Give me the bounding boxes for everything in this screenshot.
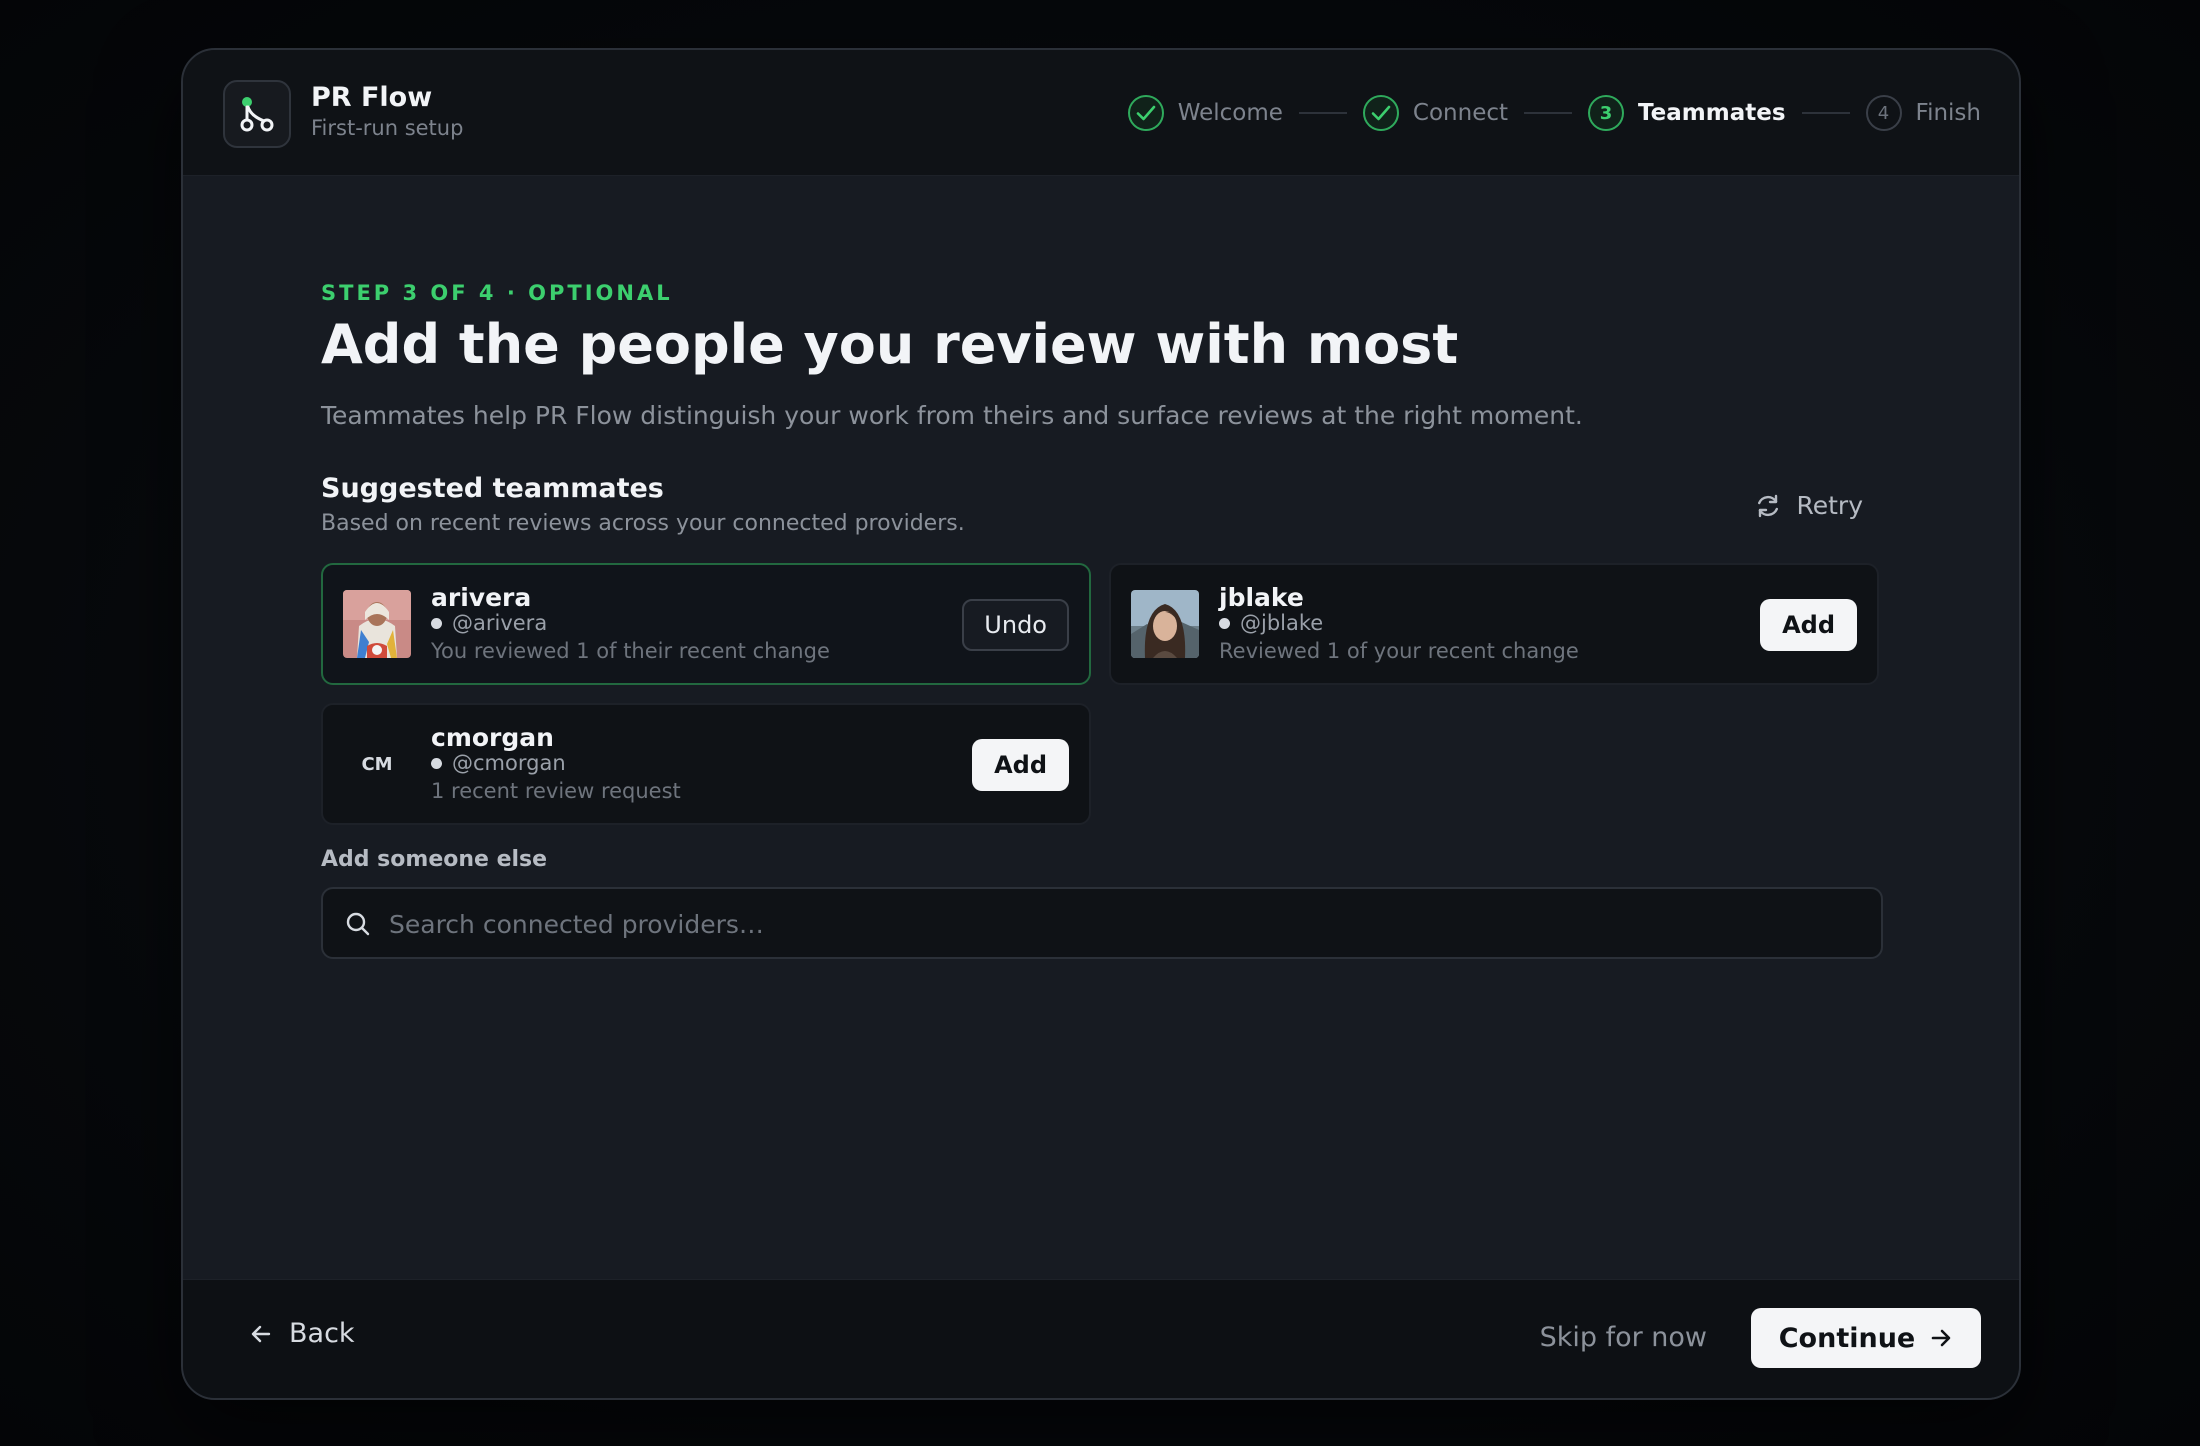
step-number: 3 [1588, 95, 1625, 131]
step-label: Welcome [1177, 100, 1283, 126]
step-number: 4 [1865, 95, 1902, 131]
step-connector [1298, 112, 1347, 114]
teammate-meta: Reviewed 1 of your recent change [1219, 639, 1579, 663]
teammate-name: jblake [1219, 583, 1304, 612]
check-icon [1362, 95, 1399, 131]
section-title: Suggested teammates [321, 473, 664, 504]
step-connector [1524, 112, 1573, 114]
page-title: Add the people you review with most [321, 313, 1459, 376]
teammate-handle: @arivera [431, 611, 547, 635]
arrow-right-icon [1931, 1329, 1951, 1347]
avatar [343, 590, 411, 658]
window-footer: Back Skip for now Continue [183, 1279, 2019, 1398]
add-someone-label: Add someone else [321, 847, 548, 872]
arrow-left-icon [251, 1325, 271, 1342]
step-teammates[interactable]: 3 Teammates [1588, 95, 1786, 131]
status-dot [1219, 617, 1230, 629]
branch-merge-icon [240, 97, 274, 132]
continue-button[interactable]: Continue [1751, 1308, 1981, 1368]
teammate-meta: 1 recent review request [431, 779, 681, 803]
teammate-handle: @jblake [1219, 611, 1323, 635]
step-connector [1801, 112, 1850, 114]
handle-text: @arivera [452, 611, 548, 635]
window-header: PR Flow First-run setup Welcome Connect … [183, 50, 2019, 176]
step-welcome[interactable]: Welcome [1127, 95, 1283, 131]
step-finish[interactable]: 4 Finish [1865, 95, 1981, 131]
teammate-card-cmorgan: CM cmorgan @cmorgan 1 recent review requ… [321, 703, 1091, 825]
step-connect[interactable]: Connect [1362, 95, 1509, 131]
app-logo [223, 80, 291, 148]
teammate-name: cmorgan [431, 723, 554, 752]
search-icon [346, 912, 370, 936]
section-subtitle: Based on recent reviews across your conn… [321, 511, 965, 536]
retry-label: Retry [1796, 491, 1863, 520]
teammate-card-arivera: arivera @arivera You reviewed 1 of their… [321, 563, 1091, 685]
teammate-handle: @cmorgan [431, 751, 566, 775]
add-button[interactable]: Add [972, 739, 1069, 791]
setup-stepper: Welcome Connect 3 Teammates 4 Finish [1127, 92, 1981, 134]
status-dot [431, 617, 442, 629]
retry-button[interactable]: Retry [1734, 485, 1883, 526]
setup-window: PR Flow First-run setup Welcome Connect … [181, 48, 2021, 1400]
step-label: Finish [1915, 100, 1981, 126]
status-dot [431, 757, 442, 769]
back-button[interactable]: Back [249, 1318, 355, 1349]
app-subtitle: First-run setup [311, 116, 464, 140]
check-icon [1127, 95, 1164, 131]
page-description: Teammates help PR Flow distinguish your … [321, 401, 1583, 430]
teammate-name: arivera [431, 583, 532, 612]
undo-button[interactable]: Undo [962, 599, 1069, 651]
step-label: Teammates [1638, 100, 1786, 126]
add-button[interactable]: Add [1760, 599, 1857, 651]
continue-label: Continue [1778, 1322, 1916, 1354]
step-label: Connect [1412, 100, 1509, 126]
app-name: PR Flow [311, 82, 433, 113]
back-label: Back [289, 1318, 355, 1349]
refresh-icon [1758, 494, 1779, 517]
search-field [321, 887, 1883, 959]
avatar [1131, 590, 1199, 658]
teammate-card-jblake: jblake @jblake Reviewed 1 of your recent… [1109, 563, 1879, 685]
step-eyebrow: STEP 3 OF 4 · OPTIONAL [321, 281, 673, 305]
search-input[interactable] [387, 889, 1861, 959]
skip-button[interactable]: Skip for now [1540, 1322, 1707, 1353]
handle-text: @cmorgan [452, 751, 566, 775]
handle-text: @jblake [1240, 611, 1324, 635]
teammate-meta: You reviewed 1 of their recent change [431, 639, 830, 663]
avatar-initials: CM [361, 753, 393, 775]
